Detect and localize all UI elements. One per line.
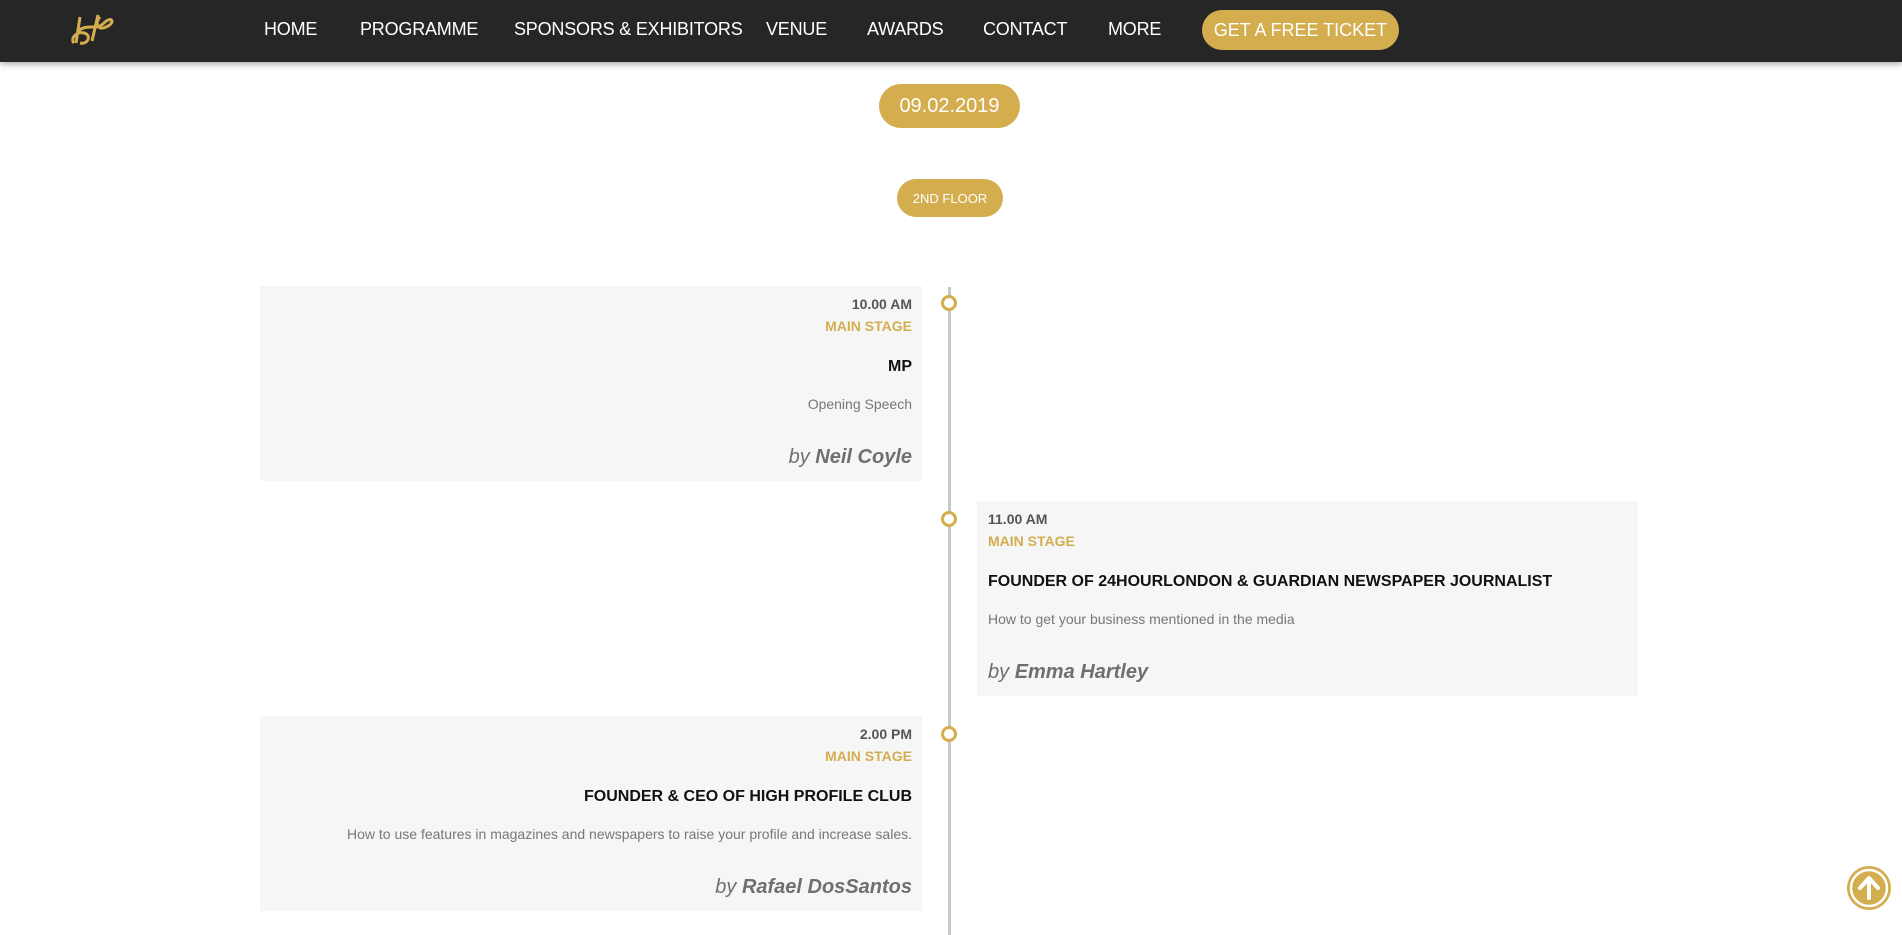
by-prefix: by <box>788 446 810 468</box>
session-stage: MAIN STAGE <box>988 533 1075 549</box>
nav-awards[interactable]: AWARDS <box>867 19 944 40</box>
session-speaker-role: MP <box>888 358 912 375</box>
top-navbar: HOME PROGRAMME SPONSORS & EXHIBITORS VEN… <box>0 0 1902 62</box>
session-byline: by Neil Coyle <box>789 446 912 469</box>
arrow-up-circle-icon <box>1849 868 1889 908</box>
speaker-name[interactable]: Emma Hartley <box>1015 661 1148 683</box>
session-byline: by Emma Hartley <box>988 661 1148 684</box>
nav-venue[interactable]: VENUE <box>766 19 827 40</box>
nav-home[interactable]: HOME <box>264 19 317 40</box>
session-speaker-role: FOUNDER OF 24HOURLONDON & GUARDIAN NEWSP… <box>988 573 1553 590</box>
date-tab[interactable]: 09.02.2019 <box>879 84 1020 128</box>
session-stage: MAIN STAGE <box>825 318 912 334</box>
session-time: 10.00 AM <box>851 296 912 312</box>
session-byline: by Rafael DosSantos <box>715 876 912 899</box>
session-card: 2.00 PM MAIN STAGE FOUNDER & CEO OF HIGH… <box>260 716 922 911</box>
speaker-name[interactable]: Neil Coyle <box>815 446 912 468</box>
session-description: How to get your business mentioned in th… <box>988 611 1295 627</box>
by-prefix: by <box>715 876 737 898</box>
by-prefix: by <box>988 661 1010 683</box>
nav-contact[interactable]: CONTACT <box>983 19 1067 40</box>
hp-monogram-logo[interactable] <box>64 9 116 49</box>
get-free-ticket-button[interactable]: GET A FREE TICKET <box>1202 10 1399 50</box>
floor-tab[interactable]: 2ND FLOOR <box>897 179 1003 217</box>
session-stage: MAIN STAGE <box>825 748 912 764</box>
session-time: 2.00 PM <box>859 726 912 742</box>
session-time: 11.00 AM <box>988 511 1048 527</box>
speaker-name[interactable]: Rafael DosSantos <box>742 876 912 898</box>
nav-sponsors-exhibitors[interactable]: SPONSORS & EXHIBITORS <box>514 19 743 40</box>
timeline-dot <box>941 295 957 311</box>
session-card: 11.00 AM MAIN STAGE FOUNDER OF 24HOURLON… <box>977 501 1638 696</box>
session-speaker-role: FOUNDER & CEO OF HIGH PROFILE CLUB <box>584 788 912 805</box>
timeline-dot <box>941 726 957 742</box>
scroll-to-top-button[interactable] <box>1847 866 1891 910</box>
session-description: How to use features in magazines and new… <box>347 826 912 842</box>
session-card: 10.00 AM MAIN STAGE MP Opening Speech by… <box>260 286 922 481</box>
timeline-line <box>948 287 951 935</box>
nav-programme[interactable]: PROGRAMME <box>360 19 478 40</box>
timeline-dot <box>941 511 957 527</box>
session-description: Opening Speech <box>807 396 912 412</box>
nav-more[interactable]: MORE <box>1108 19 1161 40</box>
